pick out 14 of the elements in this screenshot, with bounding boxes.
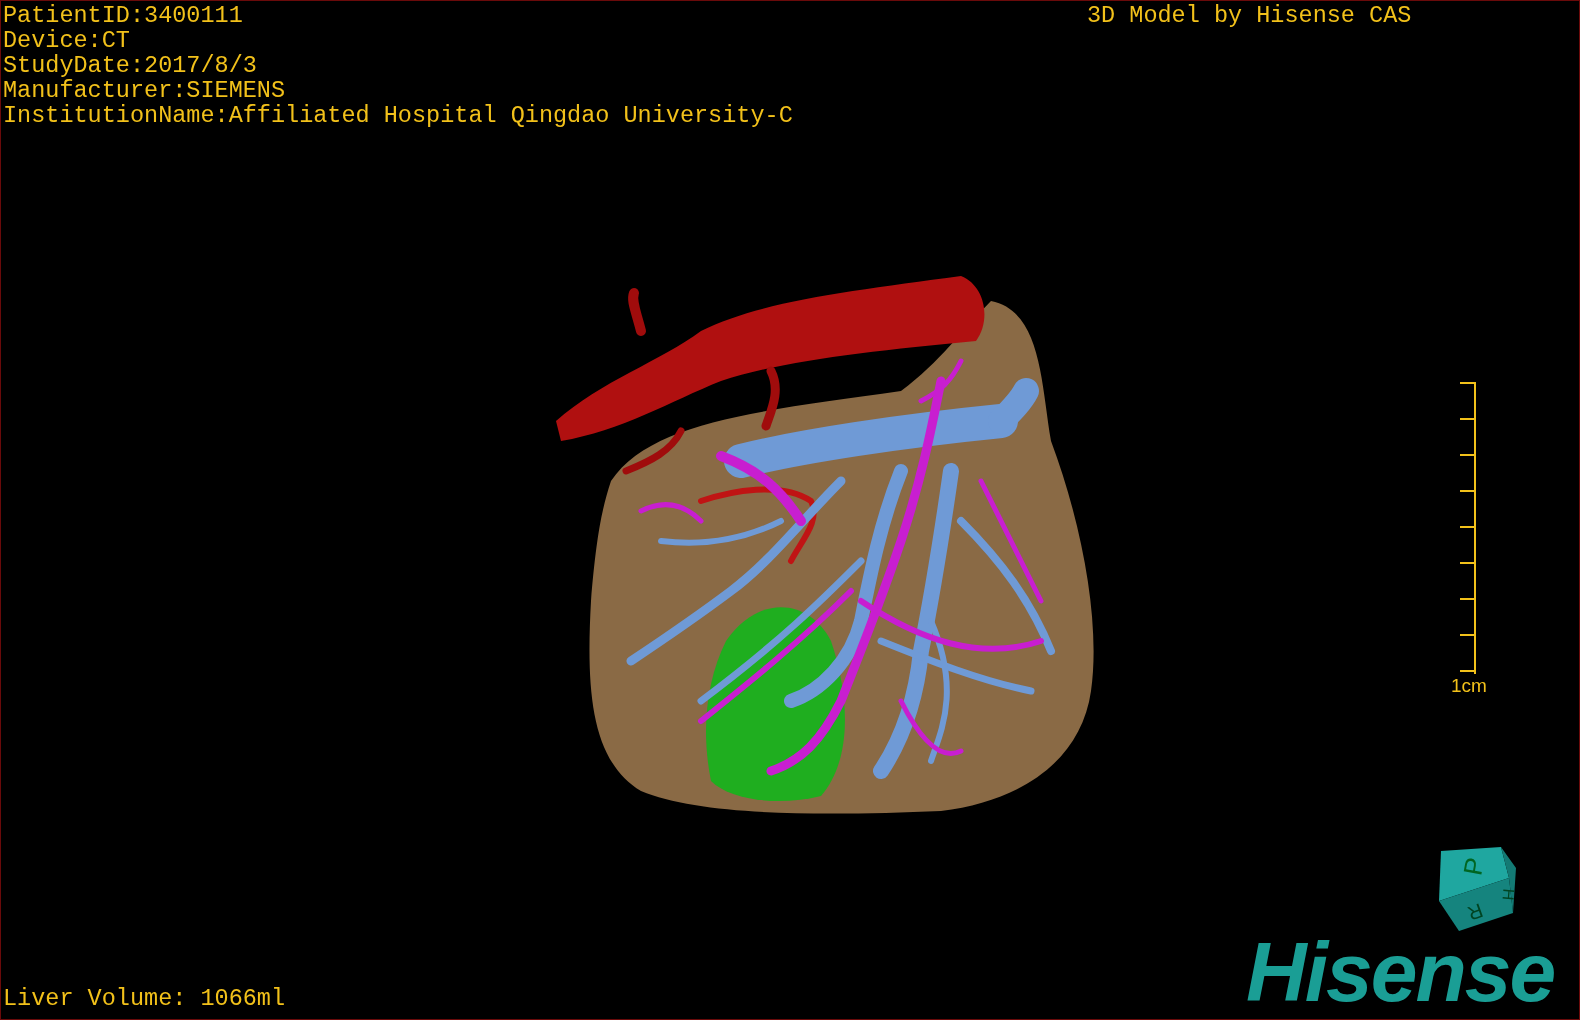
volume-text: Liver Volume: 1066ml <box>3 986 286 1011</box>
scale-label: 1cm <box>1451 675 1487 697</box>
info-text: InstitutionName:Affiliated Hospital Qingdao University-C <box>3 103 793 128</box>
scale-bar-icon <box>1459 381 1477 675</box>
cube-face-label: R <box>1464 899 1486 925</box>
cube-face-label: H <box>1499 888 1518 902</box>
info-text: StudyDate:2017/8/3 <box>3 53 258 78</box>
info-text: Device:CT <box>3 28 131 53</box>
orientation-cube[interactable]: P H R <box>1431 843 1526 938</box>
info-text: Manufacturer:SIEMENS <box>3 78 287 103</box>
cube-face-label: P <box>1457 855 1490 878</box>
title-text: 3D Model by Hisense CAS <box>1087 3 1412 28</box>
info-text: PatientID:3400111 <box>3 3 244 28</box>
brand-logo: Hisense <box>1246 939 1555 1005</box>
